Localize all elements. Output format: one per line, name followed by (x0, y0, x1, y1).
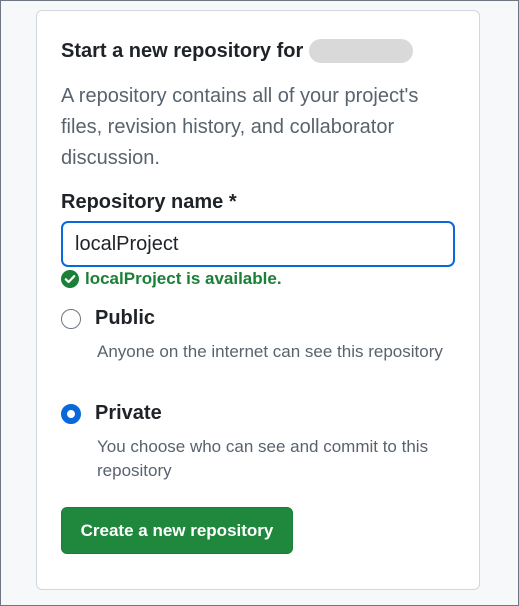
card-title: Start a new repository for (61, 39, 304, 62)
repository-name-label: Repository name * (61, 191, 237, 213)
check-circle-icon (61, 270, 79, 288)
private-radio[interactable] (61, 403, 81, 424)
visibility-option-public[interactable]: Public (61, 307, 155, 330)
card-description: A repository contains all of your projec… (61, 85, 419, 169)
owner-name-redacted (309, 39, 414, 63)
availability-text: localProject is available. (85, 269, 282, 288)
public-note: Anyone on the internet can see this repo… (97, 342, 443, 361)
public-label: Public (95, 307, 156, 329)
card-header: Start a new repository for (61, 39, 414, 63)
repository-name-input[interactable] (61, 221, 455, 267)
create-repository-button[interactable]: Create a new repository (61, 507, 293, 554)
public-radio[interactable] (61, 308, 81, 329)
private-label: Private (95, 402, 162, 424)
visibility-option-private[interactable]: Private (61, 402, 162, 425)
new-repository-card: Start a new repository for A repository … (36, 10, 480, 590)
private-note: You choose who can see and commit to thi… (97, 437, 429, 480)
availability-message: localProject is available. (61, 269, 282, 289)
